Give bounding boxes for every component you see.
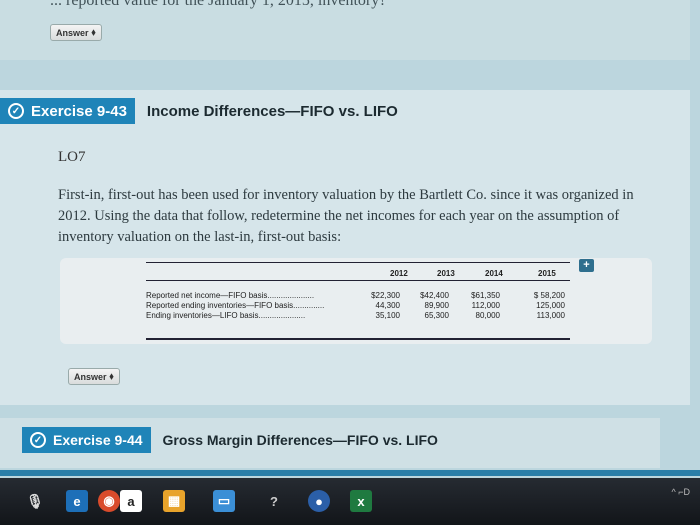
chrome-icon[interactable]: ◉: [98, 490, 120, 512]
system-tray[interactable]: ^ ⌐D: [672, 487, 690, 497]
screen: ... reported value for the January 1, 20…: [0, 0, 700, 525]
year-header: 2013: [437, 269, 455, 278]
row-label: Reported ending inventories—FIFO basis..…: [146, 301, 325, 310]
table-cell: 89,900: [424, 301, 449, 310]
next-exercise-badge[interactable]: ✓ Exercise 9-44: [22, 427, 151, 453]
media-icon[interactable]: ●: [308, 490, 330, 512]
exercise-badge[interactable]: ✓ Exercise 9-43: [0, 98, 135, 124]
excel-letter: x: [357, 493, 365, 509]
table-cell: 65,300: [424, 311, 449, 320]
table-cell: $22,300: [371, 291, 400, 300]
next-exercise-number: Exercise 9-44: [53, 432, 143, 448]
next-exercise-title: Gross Margin Differences—FIFO vs. LIFO: [162, 432, 438, 448]
row-label: Ending inventories—LIFO basis...........…: [146, 311, 306, 320]
exercise-number: Exercise 9-43: [31, 102, 127, 120]
chevron-down-icon: ⬧: [91, 27, 96, 37]
chevron-down-icon: ⬧: [109, 371, 114, 381]
table-cell: $42,400: [420, 291, 449, 300]
learning-objective: LO7: [58, 149, 86, 165]
exercise-body: First-in, first-out has been used for in…: [58, 187, 634, 245]
exercise-header: ✓ Exercise 9-43 Income Differences—FIFO …: [0, 97, 398, 125]
help-icon[interactable]: ?: [263, 490, 285, 512]
table-cell: 112,000: [471, 301, 500, 310]
answer-button-top[interactable]: Answer ⬧: [50, 24, 102, 41]
amazon-letter: a: [127, 493, 135, 509]
answer-label: Answer: [56, 27, 89, 38]
table-cell: 44,300: [375, 301, 400, 310]
year-header: 2015: [538, 269, 556, 278]
year-header: 2012: [390, 269, 408, 278]
table-cell: 35,100: [375, 311, 400, 320]
row-label: Reported net income—FIFO basis..........…: [146, 291, 315, 300]
amazon-icon[interactable]: a: [120, 490, 142, 512]
check-icon: ✓: [30, 432, 46, 448]
expand-table-button[interactable]: +: [579, 259, 594, 272]
table-cell: $ 58,200: [533, 291, 565, 300]
table-header-rule: [146, 280, 570, 281]
check-icon: ✓: [8, 103, 24, 119]
table-top-rule: [146, 262, 570, 263]
table-cell: 125,000: [536, 301, 565, 310]
window-border: [0, 470, 700, 476]
excel-icon[interactable]: x: [350, 490, 372, 512]
table-bottom-rule: [146, 338, 570, 340]
mic-icon[interactable]: 🎙: [24, 490, 46, 512]
table-cell: 80,000: [475, 311, 500, 320]
ie-icon[interactable]: e: [66, 490, 88, 512]
table-cell: 113,000: [536, 311, 565, 320]
answer-label: Answer: [74, 371, 107, 382]
exercise-title: Income Differences—FIFO vs. LIFO: [146, 102, 398, 120]
next-exercise-header: ✓ Exercise 9-44 Gross Margin Differences…: [22, 427, 438, 453]
previous-question-text: ... reported value for the January 1, 20…: [50, 0, 387, 9]
photos-icon[interactable]: ▭: [213, 490, 235, 512]
year-header: 2014: [485, 269, 503, 278]
answer-button[interactable]: Answer ⬧: [68, 368, 120, 385]
store-icon[interactable]: ▦: [163, 490, 185, 512]
table-cell: $61,350: [471, 291, 500, 300]
